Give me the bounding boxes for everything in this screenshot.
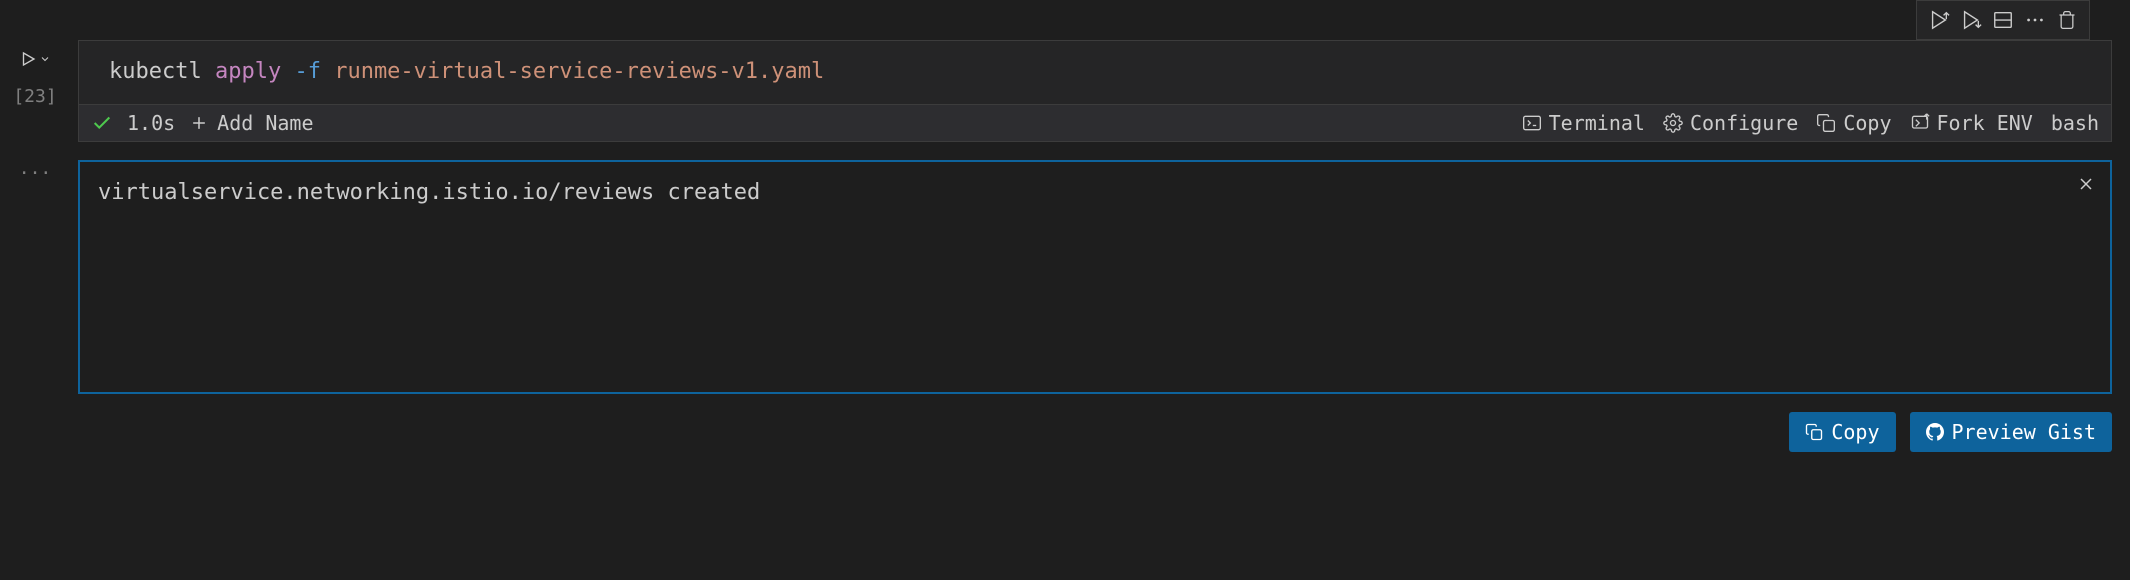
configure-label: Configure <box>1690 111 1798 135</box>
close-output-button[interactable] <box>2076 174 2096 194</box>
run-up-icon[interactable] <box>1925 6 1953 34</box>
preview-gist-button[interactable]: Preview Gist <box>1910 412 2113 452</box>
code-argument: runme-virtual-service-reviews-v1.yaml <box>334 59 824 84</box>
status-right: Terminal Configure Copy <box>1522 111 2099 135</box>
code-line: kubectl apply -f runme-virtual-service-r… <box>109 57 2081 88</box>
duration-label: 1.0s <box>127 111 175 135</box>
split-panel-icon[interactable] <box>1989 6 2017 34</box>
fork-env-label: Fork ENV <box>1937 111 2033 135</box>
bottom-actions: Copy Preview Gist <box>0 412 2112 452</box>
success-icon <box>91 112 113 134</box>
add-name-button[interactable]: Add Name <box>189 111 313 135</box>
run-cell-button[interactable] <box>19 50 51 68</box>
code-editor[interactable]: kubectl apply -f runme-virtual-service-r… <box>78 40 2112 105</box>
more-icon[interactable] <box>2021 6 2049 34</box>
language-selector[interactable]: bash <box>2051 111 2099 135</box>
code-keyword: apply <box>215 59 281 84</box>
run-down-icon[interactable] <box>1957 6 1985 34</box>
terminal-label: Terminal <box>1549 111 1645 135</box>
copy-label: Copy <box>1843 111 1891 135</box>
terminal-button[interactable]: Terminal <box>1522 111 1645 135</box>
status-left: 1.0s Add Name <box>91 111 314 135</box>
execution-count: [23] <box>13 86 56 107</box>
configure-button[interactable]: Configure <box>1663 111 1798 135</box>
output-text: virtualservice.networking.istio.io/revie… <box>98 176 2092 209</box>
status-bar: 1.0s Add Name Terminal <box>78 105 2112 142</box>
copy-button[interactable]: Copy <box>1816 111 1891 135</box>
output-panel: virtualservice.networking.istio.io/revie… <box>78 160 2112 394</box>
preview-gist-label: Preview Gist <box>1952 420 2097 444</box>
cell-toolbar <box>1916 0 2090 40</box>
trash-icon[interactable] <box>2053 6 2081 34</box>
fork-env-button[interactable]: Fork ENV <box>1910 111 2033 135</box>
add-name-label: Add Name <box>217 111 313 135</box>
code-command: kubectl <box>109 59 202 84</box>
copy-output-label: Copy <box>1831 420 1879 444</box>
cell-gutter: [23] ··· <box>0 40 70 184</box>
notebook-cell: [23] ··· kubectl apply -f runme-virtual-… <box>0 0 2130 452</box>
output-more-icon[interactable]: ··· <box>19 163 52 184</box>
code-flag: -f <box>294 59 321 84</box>
copy-output-button[interactable]: Copy <box>1789 412 1895 452</box>
